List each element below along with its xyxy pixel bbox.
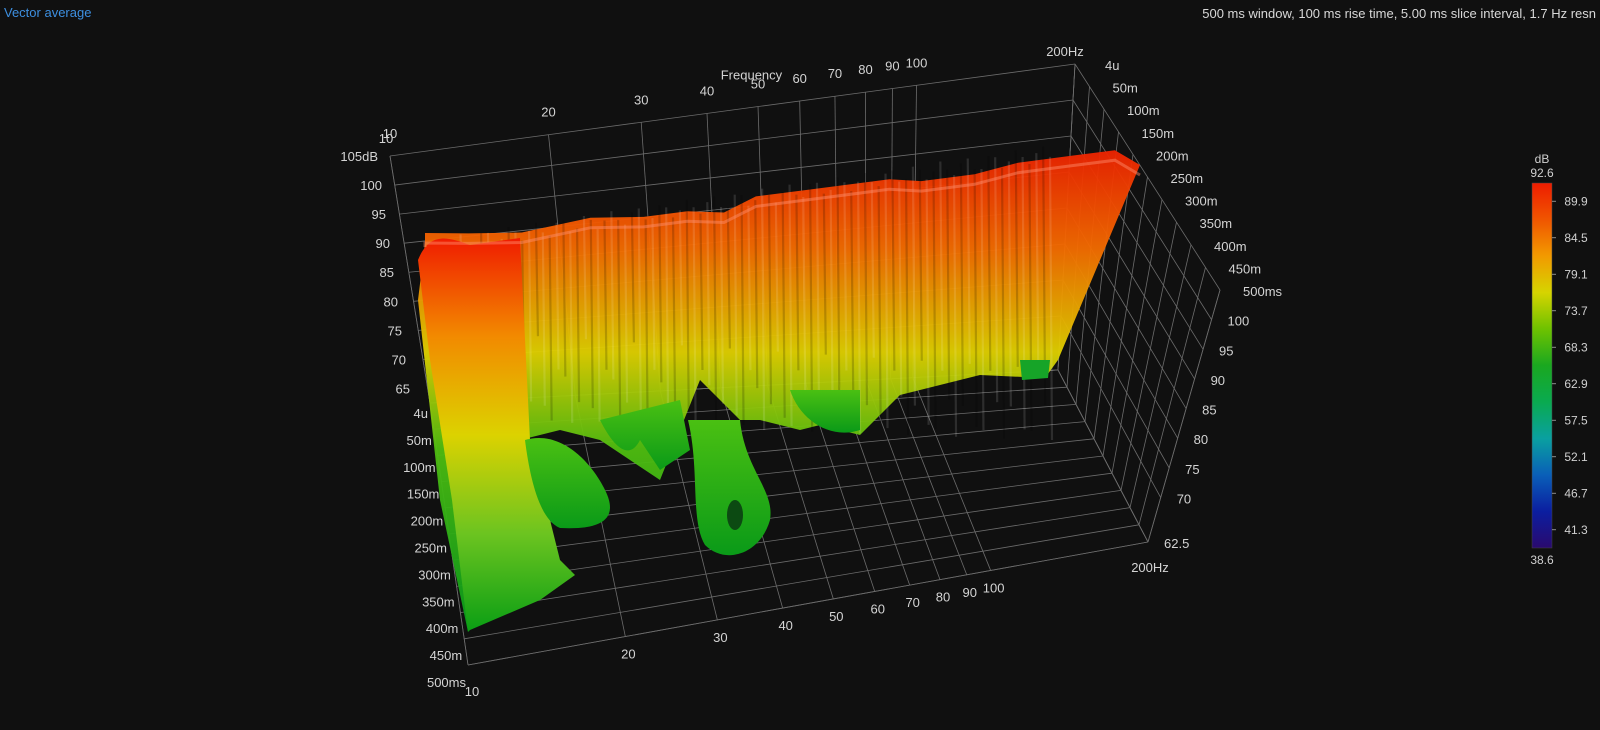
color-scale: dB92.6 38.6 89.9 84.5 79.1 73.7 68.3 62.9 57.5 52… — [1530, 152, 1588, 567]
db-tick-label-right: 100 — [1228, 314, 1250, 329]
freq-tick-label-top: 200Hz — [1046, 44, 1084, 59]
freq-tick-label-top: 70 — [828, 66, 842, 81]
waterfall-plot[interactable]: 10203040 50 60 70 80 90 100200Hz1020304050 60 70… — [0, 0, 1600, 730]
time-tick-label-left: 400m — [426, 621, 459, 636]
time-tick-label-left: 500ms — [427, 675, 467, 690]
freq-tick-label-bottom: 200Hz — [1131, 560, 1169, 575]
freq-tick-label-bottom: 10 — [465, 684, 479, 699]
db-tick-label-left: 95 — [372, 207, 386, 222]
db-gridline — [394, 99, 1074, 186]
colorbar-tick-label: 52.1 — [1564, 450, 1588, 464]
time-tick-label-right: 450m — [1229, 261, 1262, 276]
surface-drip-hole — [727, 500, 743, 530]
colorbar-tick-label: 62.9 — [1564, 377, 1588, 391]
db-tick-label-right: 95 — [1219, 343, 1233, 358]
colorbar-tick-label: 84.5 — [1564, 231, 1588, 245]
freq-tick-label-bottom: 50 — [829, 609, 843, 624]
colorbar-tick-label: 41.3 — [1564, 523, 1588, 537]
surface-drip — [688, 420, 771, 556]
db-tick-label-right: 75 — [1185, 462, 1199, 477]
colorbar-max-label: 92.6 — [1530, 166, 1554, 180]
time-tick-label-right: 300m — [1185, 194, 1218, 209]
db-tick-label-left: 85 — [380, 265, 394, 280]
surface-drip — [1020, 360, 1050, 380]
freq-tick-label-top: 30 — [634, 92, 648, 107]
colorbar-min-label: 38.6 — [1530, 553, 1554, 567]
freq-tick-label-bottom: 30 — [713, 630, 727, 645]
time-tick-label-left: 450m — [430, 648, 463, 663]
colorbar-title: dB — [1535, 152, 1550, 166]
time-tick-label-left: 50m — [407, 433, 432, 448]
db-gridline — [1057, 369, 1149, 543]
db-tick-label-left: 65 — [396, 381, 410, 396]
freq-tick-label-bottom: 90 — [963, 585, 977, 600]
db-tick-label-left: 105dB — [340, 149, 378, 164]
time-tick-label-right: 200m — [1156, 148, 1189, 163]
freq-tick-label-top: 20 — [541, 105, 555, 120]
freq-tick-label-bottom: 40 — [778, 618, 792, 633]
freq-tick-label-bottom: 100 — [983, 580, 1005, 595]
freq-tick-label-top: 100 — [906, 55, 928, 70]
waterfall-surface — [418, 146, 1141, 632]
freq-tick-label-top: 60 — [792, 71, 806, 86]
freq-tick-label-bottom: 20 — [621, 647, 635, 662]
freq-tick-label-top: 90 — [885, 59, 899, 74]
time-gridline — [1120, 222, 1177, 491]
time-tick-label-left: 200m — [411, 514, 444, 529]
time-tick-label-left: 100m — [403, 460, 436, 475]
time-gridline — [1138, 267, 1206, 525]
colorbar-tick-label: 46.7 — [1564, 486, 1588, 500]
waterfall-view: Vector average 500 ms window, 100 ms ris… — [0, 0, 1600, 730]
time-tick-label-right: 400m — [1214, 239, 1247, 254]
freq-tick-label-bottom: 60 — [870, 601, 884, 616]
colorbar-tick-label: 79.1 — [1564, 267, 1588, 281]
time-gridline — [467, 541, 1149, 666]
time-gridline — [1129, 244, 1192, 508]
time-tick-label-right: 500ms — [1243, 284, 1283, 299]
time-tick-label-right: 50m — [1113, 81, 1138, 96]
time-tick-label-right: 100m — [1127, 103, 1160, 118]
db-tick-label-left: 70 — [392, 352, 406, 367]
db-tick-label-left: 100 — [360, 178, 382, 193]
freq-tick-label-bottom: 80 — [936, 590, 950, 605]
db-tick-label-right: 85 — [1202, 403, 1216, 418]
db-tick-label-right: 62.5 — [1164, 536, 1189, 551]
freq-tick-label-top: 40 — [700, 83, 714, 98]
colorbar-tick-label: 57.5 — [1564, 413, 1588, 427]
colorbar-tick-label: 68.3 — [1564, 340, 1588, 354]
time-tick-label-left: 300m — [418, 567, 451, 582]
colorbar-tick-label: 89.9 — [1564, 194, 1588, 208]
db-tick-label-right: 70 — [1177, 492, 1191, 507]
time-tick-label-right: 4u — [1105, 58, 1119, 73]
db-tick-label-left: 75 — [388, 323, 402, 338]
time-tick-label-right: 150m — [1142, 126, 1175, 141]
time-tick-label-right: 350m — [1200, 216, 1233, 231]
time-tick-label-left: 4u — [414, 406, 428, 421]
freq-axis-title: Frequency — [721, 68, 783, 83]
time-tick-label-right: 250m — [1171, 171, 1204, 186]
freq-tick-label-top: 80 — [858, 62, 872, 77]
time-tick-label-left: 350m — [422, 594, 455, 609]
freq-tick-label-left: 10 — [379, 131, 393, 146]
freq-tick-label-bottom: 70 — [905, 595, 919, 610]
colorbar-tick-label: 73.7 — [1564, 304, 1588, 318]
db-tick-label-left: 90 — [376, 236, 390, 251]
db-tick-label-right: 80 — [1194, 432, 1208, 447]
colorbar-bar — [1531, 182, 1553, 549]
time-tick-label-left: 150m — [407, 487, 440, 502]
db-tick-label-right: 90 — [1211, 373, 1225, 388]
db-tick-label-left: 80 — [384, 294, 398, 309]
time-tick-label-left: 250m — [414, 541, 447, 556]
